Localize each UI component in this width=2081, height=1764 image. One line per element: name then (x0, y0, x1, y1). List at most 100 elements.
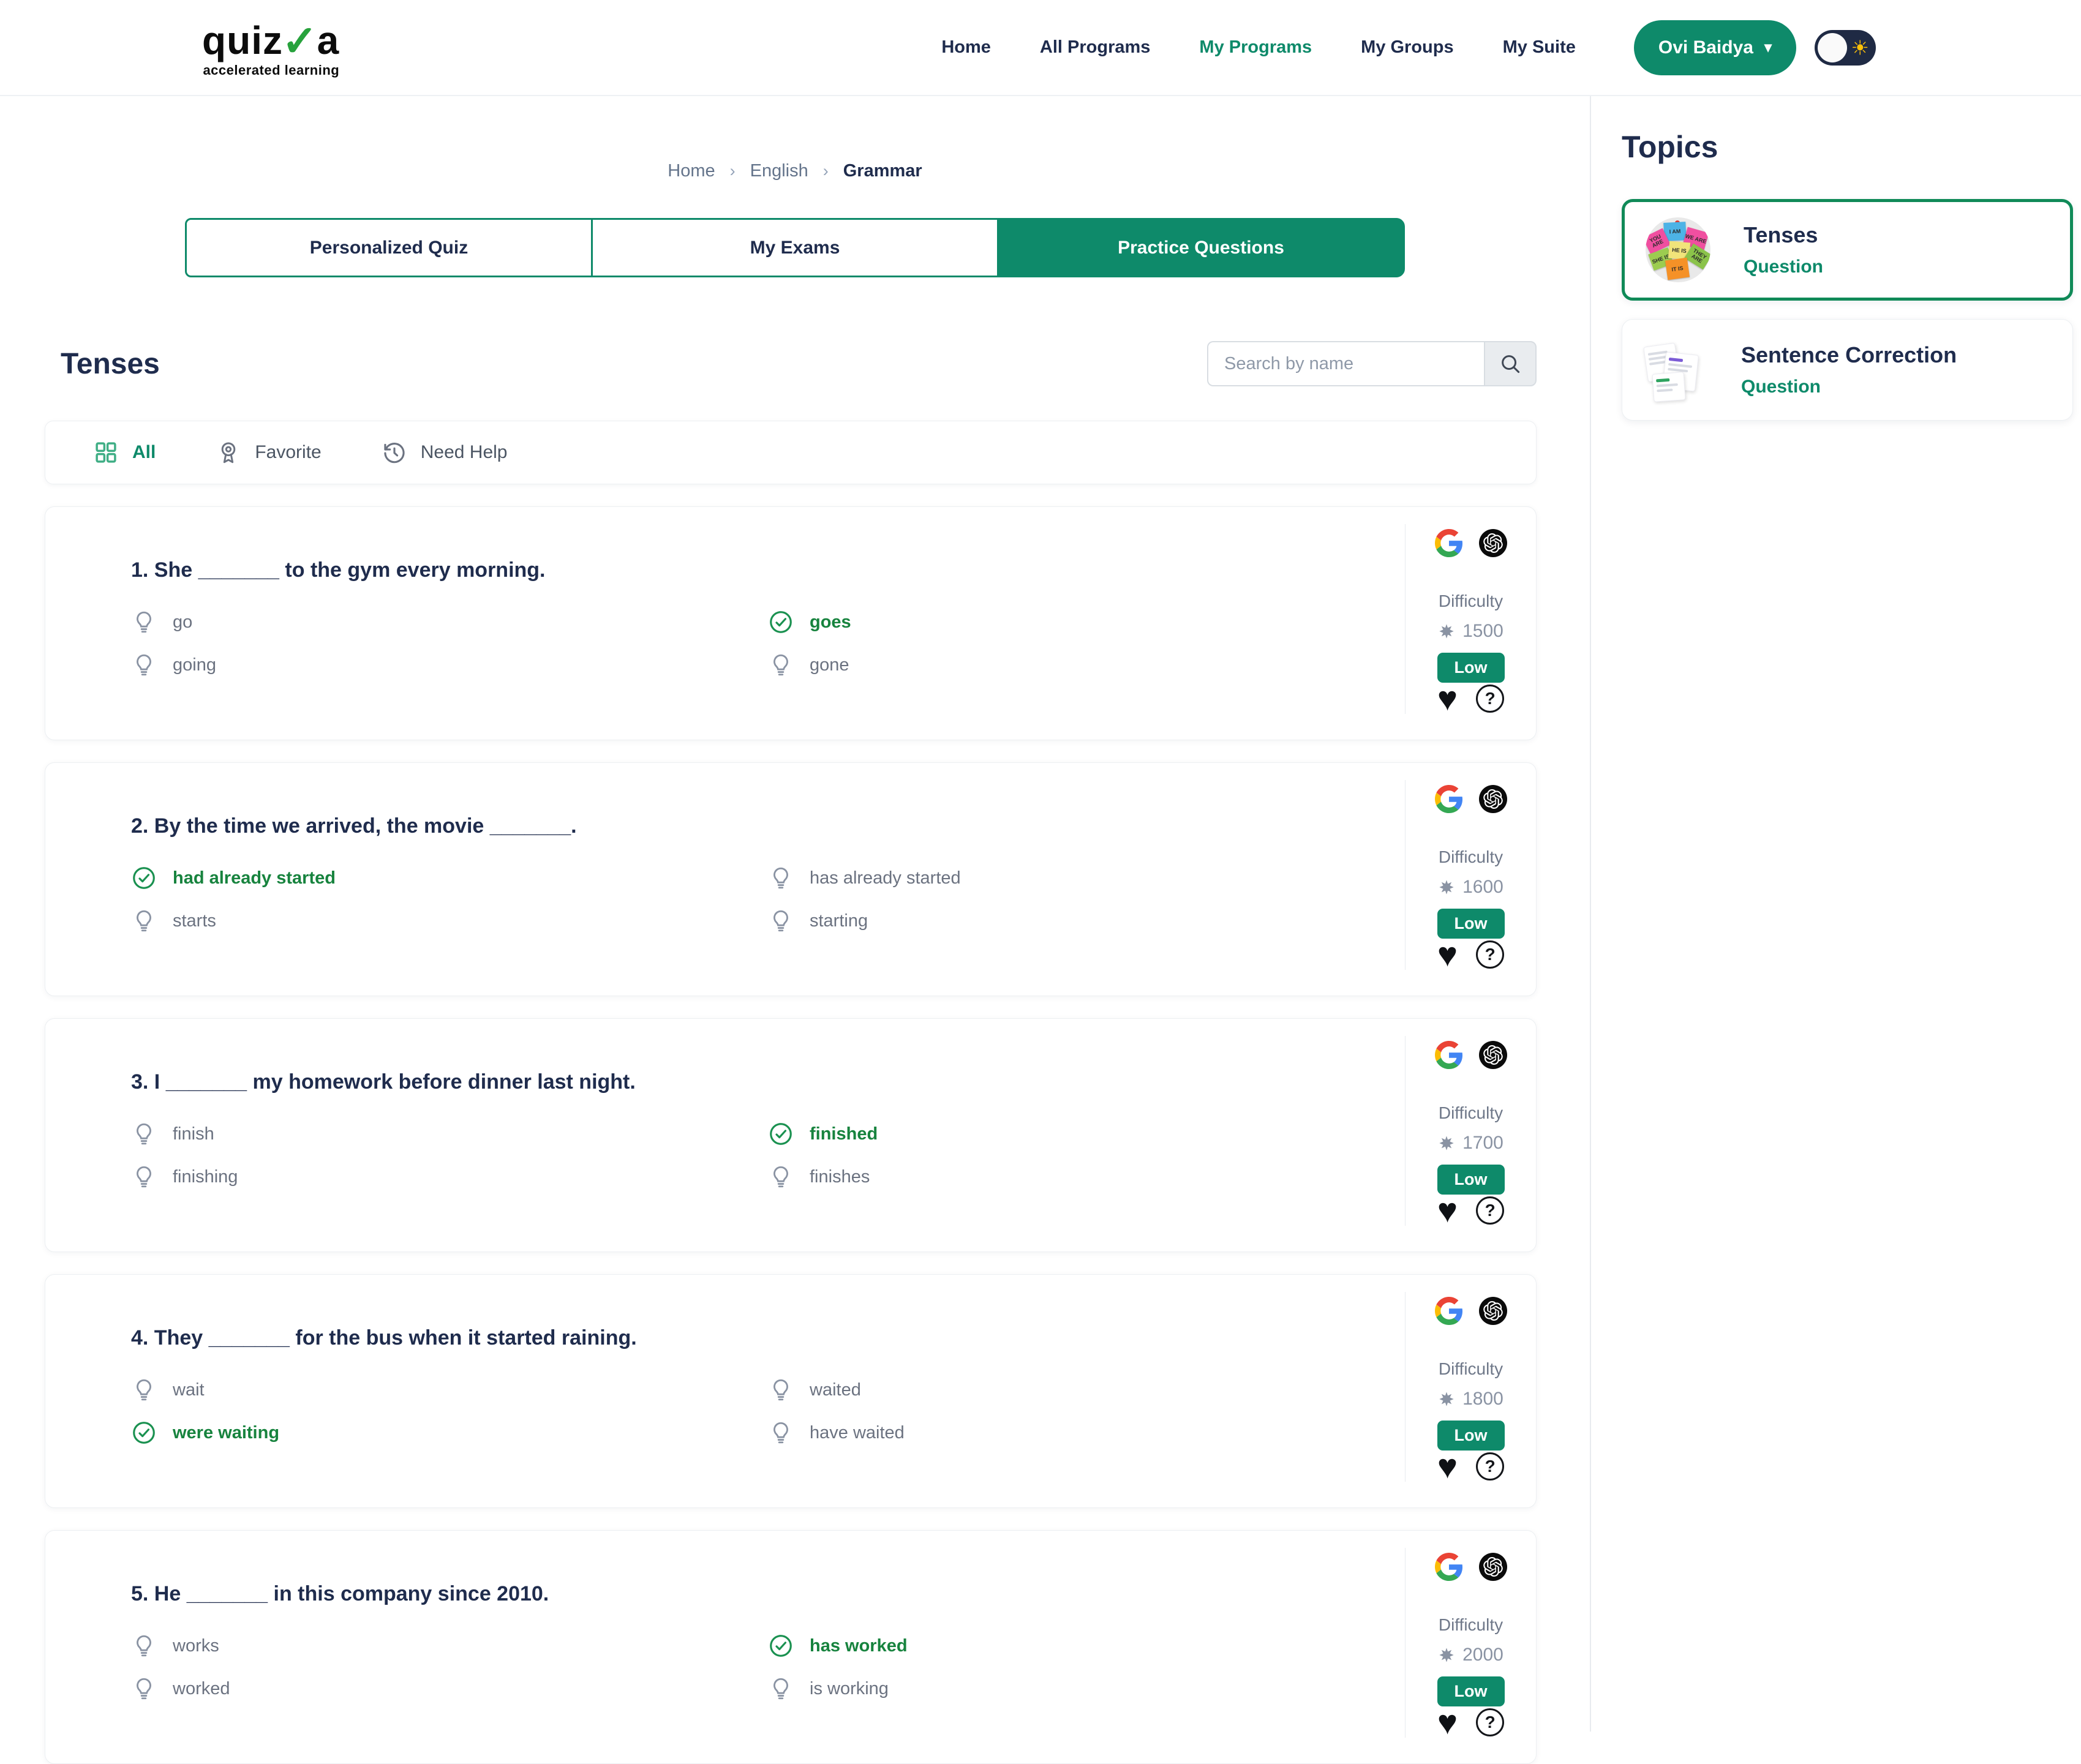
topic-card-sentence-correction[interactable]: Sentence Correction Question (1622, 319, 2073, 421)
help-icon[interactable]: ? (1476, 1708, 1504, 1736)
topic-title: Sentence Correction (1741, 342, 1957, 368)
breadcrumb-home[interactable]: Home (668, 161, 715, 181)
filter-all[interactable]: All (93, 440, 156, 465)
search-input[interactable] (1207, 341, 1484, 386)
question-text: 1. She _______ to the gym every morning. (131, 558, 1405, 582)
google-icon[interactable] (1435, 785, 1463, 813)
option-label: is working (810, 1679, 889, 1699)
favorite-heart-icon[interactable]: ♥ (1437, 939, 1458, 970)
tab-my-exams[interactable]: My Exams (591, 218, 999, 277)
question-card: 4. They _______ for the bus when it star… (45, 1274, 1537, 1508)
favorite-heart-icon[interactable]: ♥ (1437, 1195, 1458, 1226)
option[interactable]: finish (131, 1121, 768, 1147)
option-correct[interactable]: were waiting (131, 1420, 768, 1446)
breadcrumb-english[interactable]: English (750, 161, 808, 181)
starburst-icon (1438, 623, 1455, 640)
openai-icon[interactable] (1479, 1553, 1507, 1581)
nav-home[interactable]: Home (941, 37, 991, 58)
help-icon[interactable]: ? (1476, 685, 1504, 713)
openai-icon[interactable] (1479, 785, 1507, 813)
filter-favorite[interactable]: Favorite (216, 440, 321, 465)
filter-need-help[interactable]: Need Help (382, 440, 508, 465)
nav-all-programs[interactable]: All Programs (1040, 37, 1151, 58)
quizva-logo[interactable]: quizva quiz✓a accelerated learning (202, 17, 339, 78)
bulb-icon (131, 908, 157, 934)
topic-subtitle: Question (1744, 257, 1823, 277)
option-correct[interactable]: has worked (768, 1633, 1405, 1659)
option-label: gone (810, 655, 849, 675)
option[interactable]: finishing (131, 1164, 768, 1190)
option[interactable]: go (131, 609, 768, 635)
option-label: waited (810, 1380, 861, 1400)
question-text: 4. They _______ for the bus when it star… (131, 1326, 1405, 1350)
bulb-icon (768, 1164, 794, 1190)
bulb-icon (768, 908, 794, 934)
option[interactable]: has already started (768, 865, 1405, 891)
logo-tagline: accelerated learning (203, 62, 339, 78)
sticky-note: IT IS (1665, 258, 1690, 280)
option[interactable]: wait (131, 1377, 768, 1403)
bulb-icon (131, 1164, 157, 1190)
main-content: Home › English › Grammar Personalized Qu… (0, 96, 1591, 1732)
search-button[interactable] (1484, 341, 1537, 386)
topic-card-tenses[interactable]: I AM YOU ARE WE ARE SHE IS HE IS THEY AR… (1622, 199, 2073, 301)
theme-toggle[interactable]: ☀ (1815, 30, 1876, 66)
option[interactable]: finishes (768, 1164, 1405, 1190)
bulb-icon (131, 609, 157, 635)
option-label: going (173, 655, 216, 675)
option[interactable]: have waited (768, 1420, 1405, 1446)
difficulty-label: Difficulty (1439, 591, 1503, 611)
help-icon[interactable]: ? (1476, 1196, 1504, 1225)
nav-my-programs[interactable]: My Programs (1199, 37, 1312, 58)
question-side-panel: Difficulty 1700 Low ♥ ? (1405, 1036, 1536, 1226)
option[interactable]: going (131, 652, 768, 678)
option[interactable]: starts (131, 908, 768, 934)
favorite-heart-icon[interactable]: ♥ (1437, 1707, 1458, 1738)
difficulty-label: Difficulty (1439, 847, 1503, 867)
option[interactable]: worked (131, 1676, 768, 1702)
google-icon[interactable] (1435, 529, 1463, 557)
difficulty-badge: Low (1437, 909, 1505, 939)
option[interactable]: waited (768, 1377, 1405, 1403)
topic-subtitle: Question (1741, 377, 1957, 397)
question-text: 3. I _______ my homework before dinner l… (131, 1070, 1405, 1094)
google-icon[interactable] (1435, 1297, 1463, 1325)
option-label: works (173, 1636, 219, 1656)
option-label: finishing (173, 1167, 238, 1187)
openai-icon[interactable] (1479, 529, 1507, 557)
google-icon[interactable] (1435, 1041, 1463, 1069)
nav-my-suite[interactable]: My Suite (1503, 37, 1576, 58)
option-label: have waited (810, 1423, 905, 1443)
user-name: Ovi Baidya (1658, 37, 1753, 58)
breadcrumb-grammar: Grammar (843, 161, 922, 181)
option[interactable]: works (131, 1633, 768, 1659)
user-menu-button[interactable]: Ovi Baidya ▾ (1634, 20, 1796, 75)
help-icon[interactable]: ? (1476, 1452, 1504, 1481)
difficulty-badge: Low (1437, 1421, 1505, 1451)
option-label: has worked (810, 1636, 908, 1656)
openai-icon[interactable] (1479, 1297, 1507, 1325)
filter-bar: All Favorite Need Help (45, 421, 1537, 484)
filter-need-help-label: Need Help (421, 442, 508, 463)
google-icon[interactable] (1435, 1553, 1463, 1581)
favorite-heart-icon[interactable]: ♥ (1437, 1451, 1458, 1482)
medal-icon (216, 440, 241, 465)
option-correct[interactable]: finished (768, 1121, 1405, 1147)
option-correct[interactable]: goes (768, 609, 1405, 635)
option-label: finished (810, 1124, 878, 1144)
tab-personalized-quiz[interactable]: Personalized Quiz (185, 218, 593, 277)
option-label: finish (173, 1124, 214, 1144)
option-correct[interactable]: had already started (131, 865, 768, 891)
logo-a: a (317, 21, 340, 60)
openai-icon[interactable] (1479, 1041, 1507, 1069)
option[interactable]: gone (768, 652, 1405, 678)
help-icon[interactable]: ? (1476, 940, 1504, 969)
option[interactable]: is working (768, 1676, 1405, 1702)
nav-my-groups[interactable]: My Groups (1361, 37, 1453, 58)
filter-favorite-label: Favorite (255, 442, 321, 463)
favorite-heart-icon[interactable]: ♥ (1437, 683, 1458, 714)
option[interactable]: starting (768, 908, 1405, 934)
difficulty-rating: 2000 (1462, 1645, 1503, 1665)
header: quizva quiz✓a accelerated learning Home … (0, 0, 2081, 96)
tab-practice-questions[interactable]: Practice Questions (997, 218, 1405, 277)
